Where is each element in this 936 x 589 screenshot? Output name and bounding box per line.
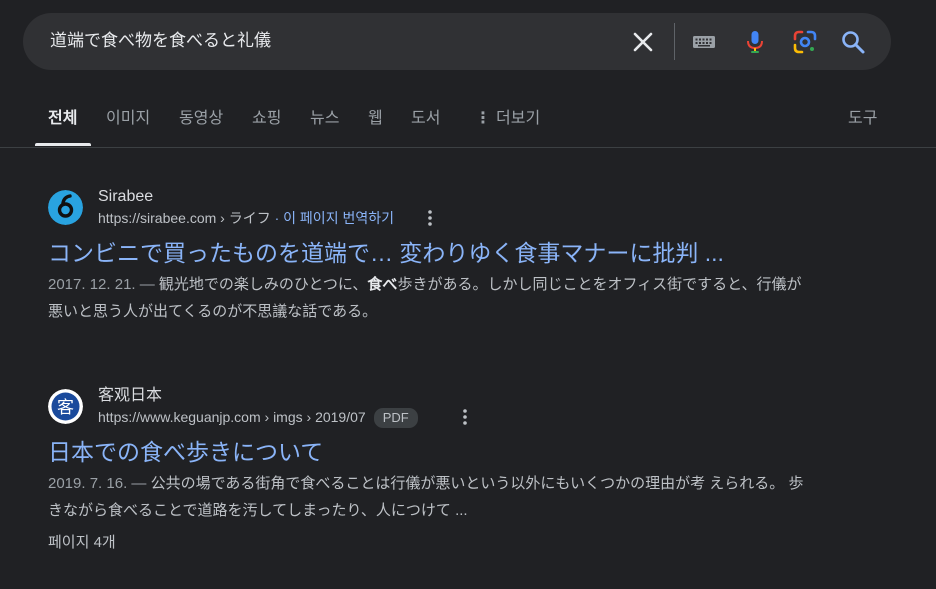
search-tabs: 전체 이미지 동영상 쇼핑 뉴스 웹 도서 ⋮ 더보기 도구 <box>0 100 936 148</box>
tab-more-label: 더보기 <box>496 110 541 127</box>
snippet-highlight: 食べ <box>367 276 398 293</box>
search-bar-divider <box>674 23 675 60</box>
search-input[interactable]: 道端で食べ物を食べると礼儀 <box>50 30 271 52</box>
tab-videos[interactable]: 동영상 <box>179 109 223 129</box>
tab-shopping[interactable]: 쇼핑 <box>252 109 281 129</box>
tab-more[interactable]: ⋮ 더보기 <box>475 109 540 129</box>
result-title-link[interactable]: コンビニで買ったものを道端で… 変わりゆく食事マナーに批判 ... <box>48 239 724 267</box>
site-name[interactable]: Sirabee <box>98 187 153 207</box>
tab-tools[interactable]: 도구 <box>848 109 877 129</box>
translate-page-link[interactable]: · 이 페이지 번역하기 <box>275 210 394 226</box>
tab-all[interactable]: 전체 <box>48 109 77 129</box>
more-options-icon[interactable] <box>425 208 435 228</box>
url-text: https://www.keguanjp.com › imgs › 2019/0… <box>98 409 366 425</box>
result-snippet: 2017. 12. 21. — 観光地での楽しみのひとつに、食べ歩きがある。しか… <box>48 271 808 325</box>
tab-books[interactable]: 도서 <box>411 109 440 129</box>
active-tab-indicator <box>35 143 91 146</box>
site-url[interactable]: https://sirabee.com › ライフ · 이 페이지 번역하기 <box>98 209 394 227</box>
tabs-divider <box>0 147 936 148</box>
close-icon[interactable] <box>630 29 656 55</box>
svg-text:客: 客 <box>57 398 74 418</box>
url-text: https://sirabee.com › ライフ <box>98 210 271 226</box>
google-lens-icon[interactable] <box>792 29 818 55</box>
keguanjp-favicon: 客 <box>48 389 83 424</box>
sirabee-favicon <box>48 190 83 225</box>
site-url[interactable]: https://www.keguanjp.com › imgs › 2019/0… <box>98 408 418 428</box>
result-title-link[interactable]: 日本での食べ歩きについて <box>48 438 323 466</box>
search-icon[interactable] <box>840 29 866 55</box>
snippet-date: 2017. 12. 21. — <box>48 276 155 293</box>
snippet-date: 2019. 7. 16. — <box>48 475 147 492</box>
tab-web[interactable]: 웹 <box>368 109 383 129</box>
pdf-badge: PDF <box>373 408 418 428</box>
search-results-page: 道端で食べ物を食べると礼儀 전체 이미지 동영상 쇼핑 뉴스 웹 도서 ⋮ 더보… <box>0 0 936 589</box>
site-name[interactable]: 客观日本 <box>98 386 162 406</box>
vertical-dots-icon: ⋮ <box>475 110 491 127</box>
keyboard-icon[interactable] <box>691 29 717 55</box>
more-options-icon[interactable] <box>460 407 470 427</box>
pages-count-link[interactable]: 페이지 4개 <box>48 531 116 552</box>
snippet-text: 公共の場である街角で食べることは行儀が悪いという以外にもいくつかの理由が考 えら… <box>48 475 804 519</box>
snippet-text: 観光地での楽しみのひとつに、 <box>154 276 368 293</box>
mic-icon[interactable] <box>742 29 768 55</box>
tab-images[interactable]: 이미지 <box>106 109 150 129</box>
result-snippet: 2019. 7. 16. — 公共の場である街角で食べることは行儀が悪いという以… <box>48 470 808 524</box>
tab-news[interactable]: 뉴스 <box>310 109 339 129</box>
search-bar[interactable]: 道端で食べ物を食べると礼儀 <box>23 13 891 70</box>
